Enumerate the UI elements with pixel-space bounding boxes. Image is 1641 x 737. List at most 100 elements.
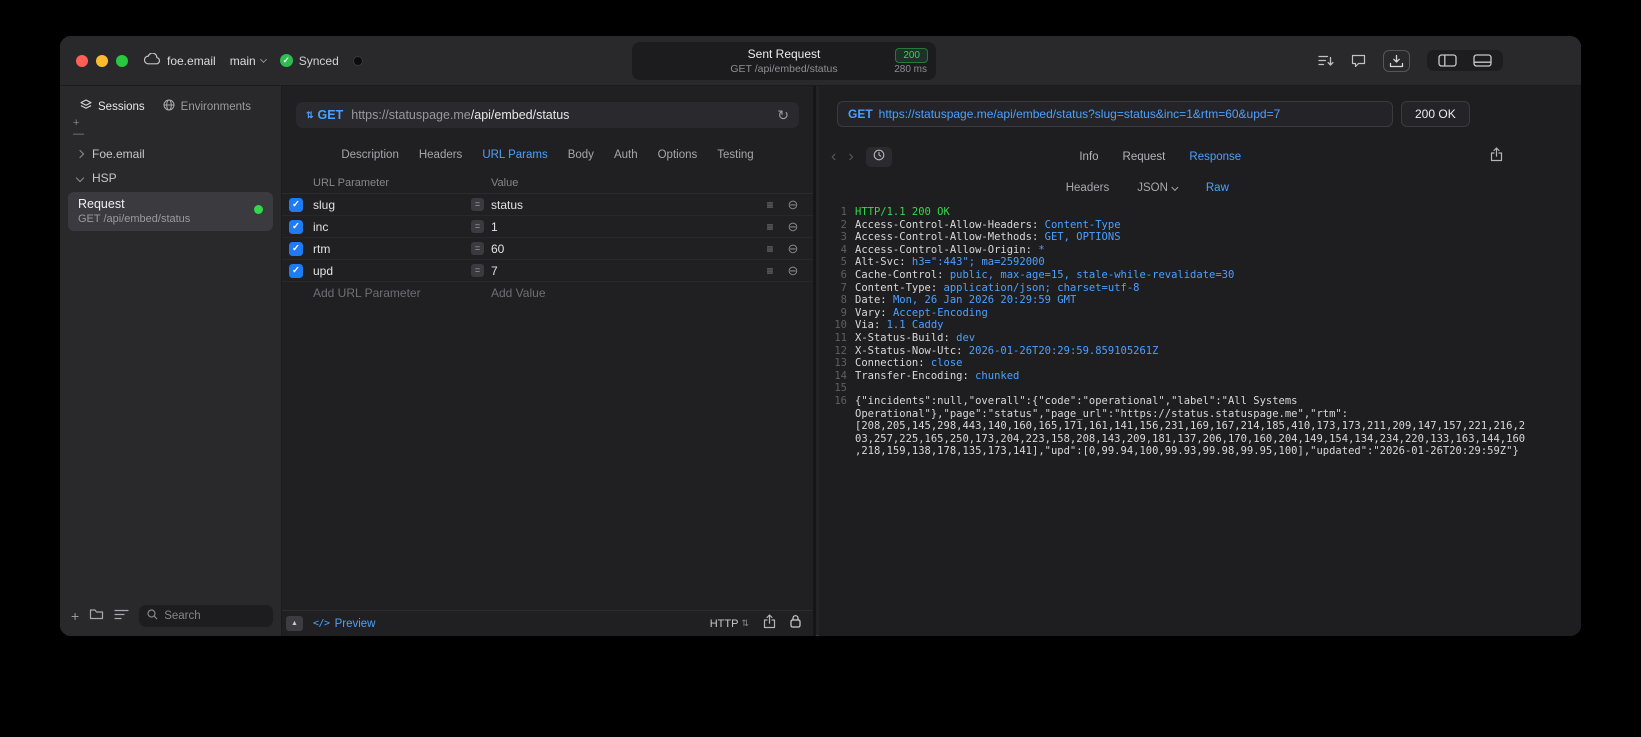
response-tab-request[interactable]: Request: [1123, 151, 1166, 163]
code-line: 1 HTTP/1.1 200 OK: [829, 206, 1575, 219]
response-tab-info[interactable]: Info: [1079, 151, 1098, 163]
reorder-handle-icon[interactable]: ≡: [759, 242, 781, 256]
response-url-field[interactable]: GET https://statuspage.me/api/embed/stat…: [837, 101, 1393, 127]
add-request-button[interactable]: +: [71, 609, 79, 623]
tab-label: Headers: [1065, 182, 1110, 194]
tree-item-foe-email[interactable]: Foe.email: [68, 142, 273, 166]
minimize-window-button[interactable]: [96, 54, 108, 67]
code-line-content: Connection: close: [855, 357, 963, 370]
url-path[interactable]: /api/embed/status: [471, 108, 570, 122]
tree-item-hsp[interactable]: HSP: [68, 166, 273, 190]
branch-menu[interactable]: main: [229, 53, 267, 68]
globe-icon: [163, 99, 175, 114]
add-param-placeholder[interactable]: Add URL Parameter: [313, 286, 471, 300]
request-tab-testing[interactable]: Testing: [717, 149, 753, 161]
value-type-icon: =: [471, 220, 484, 233]
synced-check-icon: ✓: [279, 54, 293, 67]
param-enabled-checkbox[interactable]: ✓: [289, 197, 303, 212]
param-enabled-checkbox[interactable]: ✓: [289, 263, 303, 278]
line-number: 4: [840, 243, 847, 256]
traffic-lights: [76, 54, 128, 67]
history-back-icon[interactable]: ‹: [831, 148, 836, 166]
value-type-icon: =: [471, 264, 484, 277]
new-folder-icon[interactable]: [89, 607, 104, 625]
request-tab-description[interactable]: Description: [341, 149, 399, 161]
sync-status[interactable]: ✓ Synced: [279, 54, 339, 68]
reorder-handle-icon[interactable]: ≡: [759, 198, 781, 212]
response-tab-response[interactable]: Response: [1189, 151, 1241, 163]
branch-name: main: [229, 53, 256, 68]
code-line-content: {"incidents":null,"overall":{"code":"ope…: [855, 394, 1526, 458]
history-forward-icon[interactable]: ›: [848, 148, 853, 166]
line-number: 15: [834, 382, 847, 395]
request-list-item-selected[interactable]: Request GET /api/embed/status: [68, 192, 273, 231]
response-format-tab-json[interactable]: JSON: [1137, 182, 1179, 194]
response-format-tab-raw[interactable]: Raw: [1206, 182, 1229, 194]
request-tab-headers[interactable]: Headers: [419, 149, 462, 161]
protocol-select[interactable]: HTTP ⇅: [710, 618, 749, 630]
param-value-input[interactable]: status: [491, 198, 523, 212]
preview-button[interactable]: </> Preview: [313, 618, 375, 630]
list-options-icon[interactable]: [114, 607, 129, 625]
sidebar-panel-toggle-icon[interactable]: [1438, 54, 1457, 67]
lock-icon[interactable]: [790, 614, 801, 633]
comments-icon[interactable]: [1351, 54, 1366, 67]
request-tab-body[interactable]: Body: [568, 149, 594, 161]
request-tab-url-params[interactable]: URL Params: [482, 149, 547, 161]
response-status-badge: 200 OK: [1401, 101, 1470, 127]
project-menu[interactable]: foe.email: [143, 52, 216, 68]
unsynced-indicator-dot: [352, 55, 363, 66]
request-url-bar[interactable]: ⇅ GET https://statuspage.me/api/embed/st…: [296, 102, 799, 128]
close-window-button[interactable]: [76, 54, 88, 67]
code-line: 11 X-Status-Build: dev: [829, 332, 1575, 345]
param-value-input[interactable]: 1: [491, 220, 498, 234]
response-body-view[interactable]: 1 HTTP/1.1 200 OK 2 Access-Control-Allow-He…: [829, 206, 1575, 632]
remove-session-button[interactable]: —: [73, 129, 84, 140]
add-param-row[interactable]: Add URL Parameter Add Value: [282, 282, 813, 304]
param-enabled-checkbox[interactable]: ✓: [289, 219, 303, 234]
response-method: GET: [848, 107, 873, 121]
sidebar-tab-sessions[interactable]: Sessions: [80, 99, 145, 114]
param-name-input[interactable]: inc: [313, 220, 471, 234]
add-session-button[interactable]: +: [73, 118, 84, 129]
remove-param-button[interactable]: ⊖: [781, 219, 805, 235]
code-line-content: Via: 1.1 Caddy: [855, 319, 944, 332]
import-tray-icon[interactable]: [1383, 49, 1410, 72]
code-line: 14 Transfer-Encoding: chunked: [829, 370, 1575, 383]
param-name-input[interactable]: upd: [313, 264, 471, 278]
add-value-placeholder[interactable]: Add Value: [471, 286, 759, 300]
param-name-input[interactable]: rtm: [313, 242, 471, 256]
resend-request-icon[interactable]: ↻: [777, 108, 789, 122]
url-param-row: ✓ slug = status ≡ ⊖: [282, 194, 813, 216]
sent-request-summary[interactable]: Sent Request 200 GET /api/embed/status 2…: [632, 42, 936, 80]
search-input[interactable]: Search: [139, 605, 273, 627]
sessions-stack-icon: [80, 99, 92, 114]
response-nav-row: ‹ › Info Request Response: [831, 146, 1503, 168]
remove-param-button[interactable]: ⊖: [781, 197, 805, 213]
request-tab-options[interactable]: Options: [658, 149, 698, 161]
reorder-handle-icon[interactable]: ≡: [759, 264, 781, 278]
line-number: 14: [834, 369, 847, 382]
method-dropdown[interactable]: ⇅ GET: [306, 108, 343, 122]
share-icon[interactable]: [763, 613, 776, 634]
reorder-handle-icon[interactable]: ≡: [759, 220, 781, 234]
titlebar[interactable]: foe.email main ✓ Synced Sent Request 200…: [60, 36, 1581, 86]
remove-param-button[interactable]: ⊖: [781, 241, 805, 257]
url-host[interactable]: https://statuspage.me: [351, 108, 471, 122]
export-response-icon[interactable]: [1490, 147, 1503, 167]
bottom-panel-toggle-icon[interactable]: [1473, 54, 1492, 67]
request-tab-auth[interactable]: Auth: [614, 149, 638, 161]
history-clock-button[interactable]: [865, 147, 892, 167]
response-format-tab-headers[interactable]: Headers: [1066, 182, 1109, 194]
param-enabled-checkbox[interactable]: ✓: [289, 241, 303, 256]
code-line-content: Alt-Svc: h3=":443"; ma=2592000: [855, 256, 1045, 269]
sidebar-tab-environments[interactable]: Environments: [163, 99, 251, 114]
param-value-input[interactable]: 60: [491, 242, 504, 256]
console-toggle-icon[interactable]: ▲: [286, 616, 303, 631]
remove-param-button[interactable]: ⊖: [781, 263, 805, 279]
param-value-input[interactable]: 7: [491, 264, 498, 278]
sidebar: Sessions Environments + — Foe.email HSP R…: [60, 86, 282, 636]
sort-icon[interactable]: [1318, 54, 1334, 67]
zoom-window-button[interactable]: [116, 54, 128, 67]
param-name-input[interactable]: slug: [313, 198, 471, 212]
